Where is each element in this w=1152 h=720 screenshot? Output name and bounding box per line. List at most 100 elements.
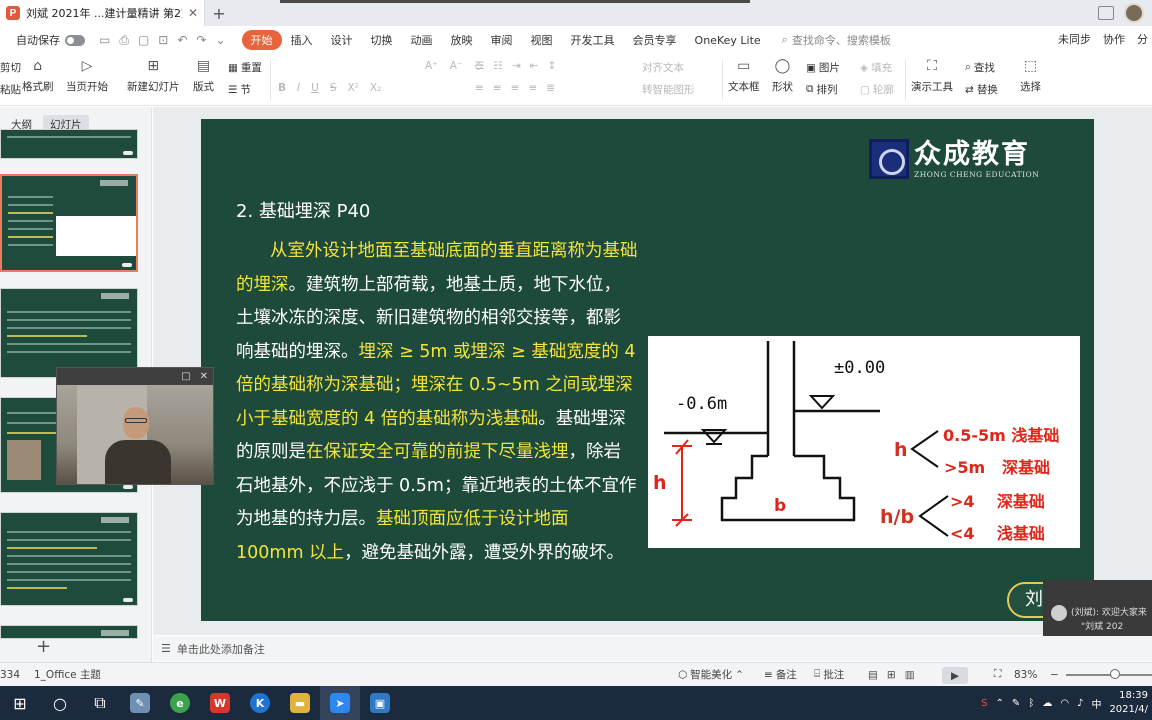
bold-button[interactable]: B (278, 82, 286, 94)
number-list-icon[interactable]: ☷ (493, 60, 502, 72)
undo-icon[interactable]: ↶ (177, 33, 187, 48)
fit-window-icon[interactable]: ⛶ (994, 668, 1001, 681)
zoom-value[interactable]: 83% (1014, 669, 1037, 681)
document-tab[interactable]: P 刘斌 2021年 ...建计量精讲 第2室 ✕ (0, 0, 205, 26)
tab-developer[interactable]: 开发工具 (562, 30, 624, 50)
ime-indicator[interactable]: 中 (1091, 696, 1101, 711)
print-icon[interactable]: ⎙ (119, 33, 129, 48)
tab-transition[interactable]: 切换 (362, 30, 402, 50)
layout-icon[interactable] (1098, 6, 1114, 20)
outline-button[interactable]: ▢ 轮廓 (860, 82, 894, 97)
autosave[interactable]: 自动保存 (16, 32, 85, 48)
maximize-icon[interactable]: □ (181, 371, 190, 382)
windows-start-icon[interactable]: ⊞ (0, 686, 40, 720)
superscript-button[interactable]: X² (347, 82, 358, 94)
redo-icon[interactable]: ↷ (196, 33, 206, 48)
notes-pane[interactable]: ☰ 单击此处添加备注 (153, 636, 1152, 661)
section-button[interactable]: ☰ 节 (228, 82, 251, 97)
present-tools-button[interactable]: ⛶ 演示工具 (911, 56, 953, 94)
reset-button[interactable]: ▦ 重置 (228, 60, 262, 75)
slide-thumbnail[interactable] (0, 288, 138, 378)
smartart-button[interactable]: 转智能图形 (642, 82, 695, 97)
from-current-button[interactable]: ▷ 当页开始 (66, 56, 108, 94)
share-button[interactable]: 分 (1137, 31, 1148, 47)
sorter-view-icon[interactable]: ⊞ (887, 669, 896, 681)
wifi-icon[interactable]: ◠ (1060, 698, 1069, 709)
meeting-app-icon[interactable]: ➤ (320, 686, 360, 720)
paint-app-icon[interactable]: ✎ (120, 686, 160, 720)
slide-thumbnail-current[interactable] (0, 174, 138, 272)
tab-animation[interactable]: 动画 (402, 30, 442, 50)
preview-icon[interactable]: ▢ (138, 33, 149, 48)
underline-button[interactable]: U (311, 82, 319, 94)
zoom-out-icon[interactable]: − (1050, 669, 1059, 681)
new-slide-button[interactable]: ⊞ 新建幻灯片 (127, 56, 180, 94)
browser-app-icon[interactable]: e (160, 686, 200, 720)
slide-thumbnail[interactable] (0, 625, 138, 639)
slide-thumbnail[interactable] (0, 129, 138, 159)
close-icon[interactable]: ✕ (200, 371, 208, 382)
comment-button[interactable]: ⌸ 批注 (814, 667, 844, 682)
picture-button[interactable]: ▣ 图片 (806, 60, 840, 75)
add-slide-button[interactable]: + (36, 636, 51, 657)
pen-tray-icon[interactable]: ✎ (1012, 698, 1020, 709)
distribute-icon[interactable]: ≣ (546, 82, 555, 94)
italic-button[interactable]: I (297, 82, 300, 94)
layout-button[interactable]: ▤ 版式 (193, 56, 214, 94)
wps-app-icon[interactable]: W (200, 686, 240, 720)
slide-heading[interactable]: 2. 基础埋深 P40 (236, 197, 370, 223)
align-left-icon[interactable]: ≡ (475, 82, 484, 94)
grow-font-icon[interactable]: A⁺ (425, 60, 438, 72)
cloud-icon[interactable]: ☁ (1042, 698, 1052, 709)
wps-tray-icon[interactable]: S (981, 698, 987, 709)
command-search[interactable]: ⌕ 查找命令、搜索模板 (782, 32, 891, 48)
slide-body-text[interactable]: 从室外设计地面至基础底面的垂直距离称为基础的埋深。建筑物上部荷载，地基土质，地下… (236, 235, 638, 570)
tab-review[interactable]: 审阅 (482, 30, 522, 50)
tab-design[interactable]: 设计 (322, 30, 362, 50)
close-tab-icon[interactable]: ✕ (188, 6, 198, 20)
slide-thumbnail[interactable] (0, 512, 138, 606)
k-app-icon[interactable]: K (240, 686, 280, 720)
zoom-slider-handle[interactable] (1110, 669, 1120, 679)
chevron-up-icon[interactable]: ⌃ (996, 698, 1004, 709)
sync-status[interactable]: 未同步 (1058, 31, 1091, 47)
cut-button[interactable]: 剪切 (0, 60, 21, 75)
beautify-button[interactable]: ⬡ 智能美化 ⌃ (678, 667, 744, 682)
indent-icon[interactable]: ⇥ (512, 60, 521, 72)
align-center-icon[interactable]: ≡ (493, 82, 502, 94)
strike-button[interactable]: S (330, 82, 337, 94)
subscript-button[interactable]: X₂ (370, 82, 381, 94)
textbox-button[interactable]: ▭ 文本框 (728, 56, 760, 94)
export-icon[interactable]: ⊡ (158, 33, 168, 48)
shape-button[interactable]: ◯ 形状 (772, 56, 793, 94)
tab-view[interactable]: 视图 (522, 30, 562, 50)
outdent-icon[interactable]: ⇤ (530, 60, 539, 72)
fill-button[interactable]: ◈ 填充 (860, 60, 892, 75)
clock[interactable]: 18:39 2021/4/ (1109, 689, 1148, 717)
notes-toggle-button[interactable]: ≡ 备注 (764, 667, 797, 682)
theme-name[interactable]: 1_Office 主题 (34, 667, 101, 682)
zoom-slider[interactable] (1066, 674, 1152, 676)
media-app-icon[interactable]: ▣ (360, 686, 400, 720)
tab-insert[interactable]: 插入 (282, 30, 322, 50)
select-button[interactable]: ⬚ 选择 (1020, 56, 1041, 94)
shrink-font-icon[interactable]: A⁻ (450, 60, 463, 72)
slide[interactable]: 众成教育 ZHONG CHENG EDUCATION 2. 基础埋深 P40 从… (201, 119, 1094, 621)
paste-button[interactable]: 粘贴 (0, 82, 21, 97)
webcam-titlebar[interactable]: □ ✕ (57, 368, 213, 385)
slideshow-play-button[interactable]: ▶ (942, 667, 968, 684)
chevron-down-icon[interactable]: ⌄ (215, 33, 225, 48)
find-button[interactable]: ⌕ 查找 (965, 60, 995, 75)
bluetooth-icon[interactable]: ᛒ (1028, 698, 1034, 709)
justify-icon[interactable]: ≡ (528, 82, 537, 94)
new-tab-button[interactable]: + (205, 4, 233, 23)
reading-view-icon[interactable]: ▥ (905, 669, 915, 681)
normal-view-icon[interactable]: ▤ (868, 669, 878, 681)
avatar[interactable] (1124, 3, 1144, 23)
bullet-list-icon[interactable]: ☰ (475, 60, 484, 72)
collaborate-button[interactable]: 协作 (1103, 31, 1125, 47)
search-circle-icon[interactable]: ○ (40, 686, 80, 720)
arrange-button[interactable]: ⧉ 排列 (806, 82, 838, 97)
line-spacing-icon[interactable]: ↕ (547, 60, 556, 72)
volume-icon[interactable]: ♪ (1077, 698, 1083, 709)
